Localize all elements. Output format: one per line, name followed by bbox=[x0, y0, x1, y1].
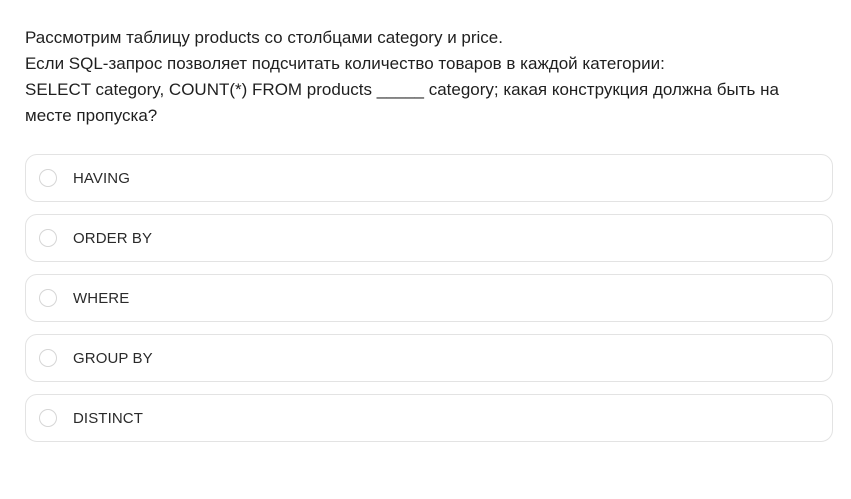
question-line-3: SELECT category, COUNT(*) FROM products … bbox=[25, 80, 779, 99]
question-line-1: Рассмотрим таблицу products со столбцами… bbox=[25, 28, 503, 47]
radio-button-icon[interactable] bbox=[39, 169, 57, 187]
option-group-by[interactable]: GROUP BY bbox=[25, 334, 833, 382]
radio-button-icon[interactable] bbox=[39, 409, 57, 427]
option-where[interactable]: WHERE bbox=[25, 274, 833, 322]
radio-button-icon[interactable] bbox=[39, 289, 57, 307]
option-having[interactable]: HAVING bbox=[25, 154, 833, 202]
quiz-card: Рассмотрим таблицу products со столбцами… bbox=[0, 0, 851, 499]
radio-button-icon[interactable] bbox=[39, 229, 57, 247]
option-distinct[interactable]: DISTINCT bbox=[25, 394, 833, 442]
radio-button-icon[interactable] bbox=[39, 349, 57, 367]
option-label: GROUP BY bbox=[73, 349, 153, 367]
option-label: HAVING bbox=[73, 169, 130, 187]
question-line-2: Если SQL-запрос позволяет подсчитать кол… bbox=[25, 54, 665, 73]
option-label: ORDER BY bbox=[73, 229, 153, 247]
question-line-4: месте пропуска? bbox=[25, 106, 158, 125]
option-order-by[interactable]: ORDER BY bbox=[25, 214, 833, 262]
option-label: WHERE bbox=[73, 289, 130, 307]
question-text: Рассмотрим таблицу products со столбцами… bbox=[25, 0, 825, 129]
option-label: DISTINCT bbox=[73, 409, 143, 427]
answer-options: HAVING ORDER BY WHERE GROUP BY DISTINCT bbox=[25, 154, 833, 442]
